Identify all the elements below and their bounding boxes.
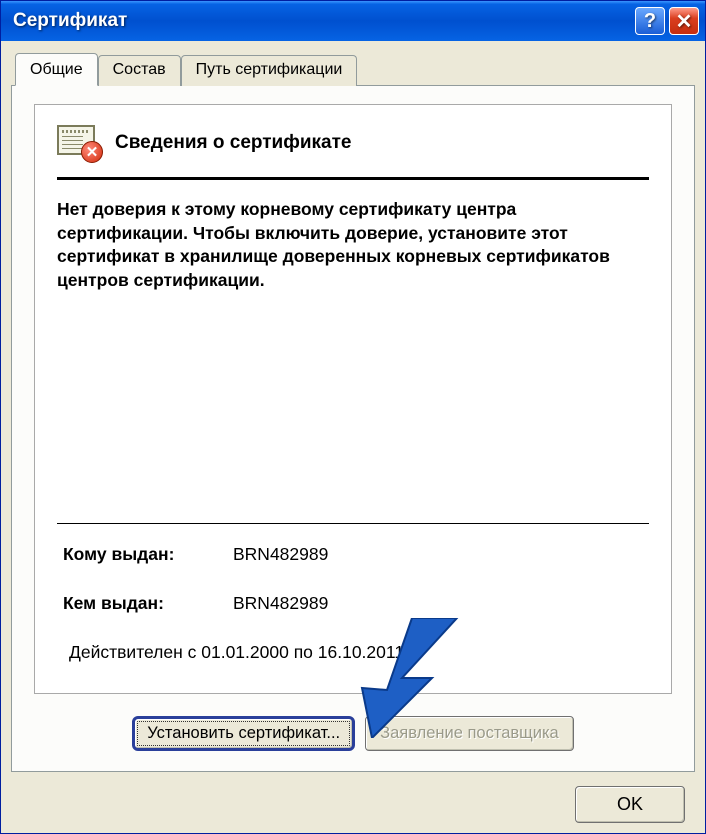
- help-icon: ?: [644, 10, 656, 33]
- issued-by-value: BRN482989: [233, 593, 649, 614]
- ok-button[interactable]: OK: [575, 786, 685, 823]
- issued-by-label: Кем выдан:: [63, 593, 233, 614]
- divider-thick: [57, 177, 649, 180]
- cert-info-heading: Сведения о сертификате: [115, 132, 351, 154]
- trust-warning-text: Нет доверия к этому корневому сертификат…: [57, 198, 649, 293]
- divider-thin: [57, 523, 649, 524]
- close-icon: ✕: [676, 9, 693, 34]
- window-title: Сертификат: [13, 10, 635, 32]
- certificate-details: Кому выдан: BRN482989 Кем выдан: BRN4829…: [63, 544, 649, 663]
- dialog-buttons: OK: [11, 772, 695, 823]
- install-certificate-button[interactable]: Установить сертификат...: [132, 716, 355, 751]
- action-button-row: Установить сертификат... Заявление поста…: [34, 716, 672, 751]
- content-area: Общие Состав Путь сертификации ✕ Сведени…: [1, 41, 705, 833]
- certificate-info-box: ✕ Сведения о сертификате Нет доверия к э…: [34, 104, 672, 694]
- tab-details[interactable]: Состав: [98, 55, 181, 86]
- titlebar[interactable]: Сертификат ? ✕: [1, 1, 705, 41]
- tab-general[interactable]: Общие: [15, 53, 98, 86]
- tab-panel-general: ✕ Сведения о сертификате Нет доверия к э…: [11, 85, 695, 772]
- tab-strip: Общие Состав Путь сертификации: [15, 55, 695, 86]
- tab-cert-path[interactable]: Путь сертификации: [181, 55, 358, 86]
- help-button[interactable]: ?: [635, 7, 665, 35]
- issued-by-row: Кем выдан: BRN482989: [63, 593, 649, 614]
- issued-to-label: Кому выдан:: [63, 544, 233, 565]
- titlebar-buttons: ? ✕: [635, 7, 699, 35]
- certificate-dialog: Сертификат ? ✕ Общие Состав Путь сертифи…: [0, 0, 706, 834]
- validity-text: Действителен с 01.01.2000 по 16.10.2011: [69, 642, 649, 663]
- certificate-error-icon: ✕: [57, 125, 101, 161]
- cert-header: ✕ Сведения о сертификате: [57, 125, 649, 161]
- issued-to-value: BRN482989: [233, 544, 649, 565]
- close-button[interactable]: ✕: [669, 7, 699, 35]
- issuer-statement-button: Заявление поставщика: [365, 716, 574, 751]
- issued-to-row: Кому выдан: BRN482989: [63, 544, 649, 565]
